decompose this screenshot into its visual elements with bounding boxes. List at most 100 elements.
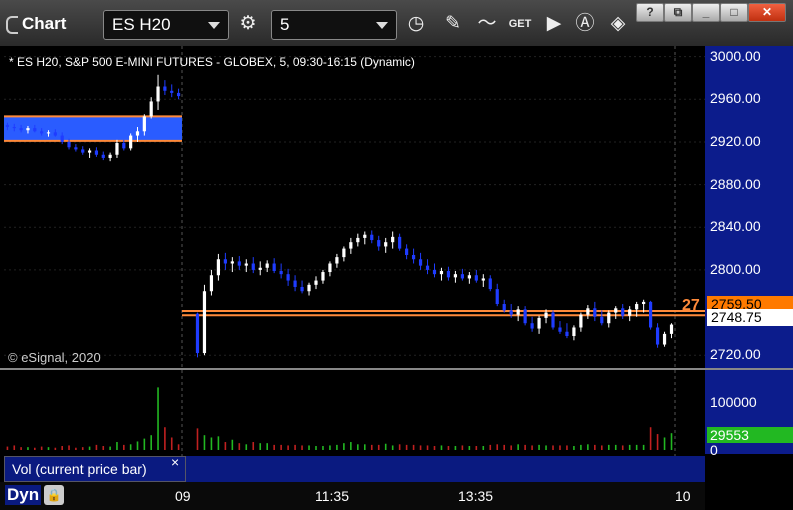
candle-body [432,269,437,275]
candle-body [411,254,416,260]
volume-bar [301,445,303,450]
chart-description: * ES H20, S&P 500 E-MINI FUTURES - GLOBE… [9,55,415,69]
candle-body [328,263,332,273]
candle-body [209,275,214,292]
maximize-button[interactable]: □ [720,3,748,22]
tag-icon[interactable]: ◈ [603,10,633,38]
alert-icon[interactable]: Ⓐ [570,10,600,38]
candle-body [572,327,576,337]
candle-body [363,234,367,238]
volume-bar [116,442,118,450]
clock-icon[interactable]: ◷ [401,10,431,38]
volume-bar [20,447,22,450]
restore-button[interactable]: ⧉ [664,3,692,22]
volume-bar [27,447,29,450]
candle-body [279,270,283,275]
candle-body [176,92,181,97]
volume-bar [566,445,568,450]
volume-bar [150,435,152,450]
candle-body [349,242,353,249]
settings-gear-icon[interactable]: ⚙ [233,10,263,38]
candle-body [300,286,304,292]
volume-bar [217,436,220,450]
candle-body [356,237,360,243]
candle-body [335,257,339,264]
volume-bar [405,444,408,450]
volume-bar [68,445,70,450]
volume-bar [663,437,666,450]
candle-body [523,309,527,324]
volume-bar [6,446,9,450]
chart-area[interactable]: * ES H20, S&P 500 E-MINI FUTURES - GLOBE… [0,46,793,510]
lock-icon[interactable]: 🔒 [44,485,64,505]
volume-bar [468,446,471,450]
volume-bar [635,444,638,450]
candle-body [149,101,153,117]
candle-body [370,234,374,241]
volume-bar [614,444,617,450]
volume-bar [601,445,603,450]
volume-bar [531,445,533,450]
volume-bar [308,445,310,450]
candle-body [628,309,632,316]
volume-bar [88,446,91,450]
volume-bar [649,427,652,450]
candle-body [293,280,297,287]
symbol-combo[interactable]: ES H20 [103,10,229,40]
close-button[interactable]: ✕ [748,3,786,22]
price-tick: 2800.00 [710,260,761,277]
candle-body [237,261,241,266]
get-icon[interactable]: GET [505,10,535,38]
candle-body [122,143,126,149]
volume-bar [377,444,380,450]
price-tick: 2920.00 [710,132,761,149]
panel-divider[interactable] [0,368,793,370]
candle-body [398,236,402,249]
volume-bar [252,442,255,450]
volume-bar [461,445,464,450]
volume-bar [143,438,146,450]
pencil-icon[interactable]: ✎ [438,10,468,38]
symbol-value: ES H20 [112,15,171,34]
candle-body [662,333,667,345]
volume-bar [559,445,561,450]
volume-bar [573,446,575,450]
volume-bar [621,445,624,450]
volume-bar [40,446,43,450]
time-axis[interactable] [0,482,705,510]
minimize-button[interactable]: _ [692,3,720,22]
interval-combo[interactable]: 5 [271,10,397,40]
help-button[interactable]: ? [636,3,664,22]
volume-bar [398,444,401,450]
volume-bar [259,443,262,450]
volume-bar [426,445,429,450]
play-icon[interactable]: ▶ [539,10,569,38]
chart-app-icon [6,16,18,34]
studies-icon[interactable]: 〜 [472,10,502,38]
candle-body [163,86,167,91]
candle-body [551,312,555,328]
candle-body [272,263,276,271]
candle-body [502,304,506,311]
candle-body [94,150,99,155]
volume-bar [109,446,111,450]
volume-bar [538,444,540,450]
candle-body [460,274,464,279]
copyright-label: © eSignal, 2020 [8,350,101,365]
volume-bar [343,443,345,450]
candle-body [405,248,409,255]
candle-body [635,304,639,310]
volume-bar [433,446,436,450]
volume-bar [440,445,443,450]
volume-bar [370,444,373,450]
candle-body [251,263,255,270]
candle-body [60,135,64,142]
candle-body [614,308,618,313]
candle-body [509,310,513,315]
close-icon[interactable]: × [171,454,179,470]
dynamic-mode-label[interactable]: Dyn [5,485,42,505]
volume-bar [670,433,673,450]
volume-bar [164,427,166,450]
price-panel[interactable] [0,46,793,510]
candle-body [53,132,57,136]
